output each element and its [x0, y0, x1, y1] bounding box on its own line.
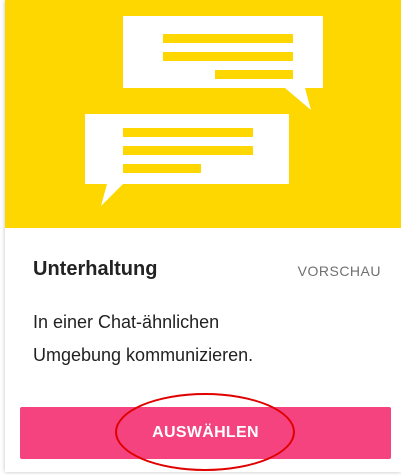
template-card[interactable]: Unterhaltung VORSCHAU In einer Chat-ähnl…: [5, 0, 401, 472]
chat-bubbles-icon: [85, 16, 323, 206]
preview-badge: VORSCHAU: [297, 263, 381, 279]
card-description: In einer Chat-ähnlichen Umgebung kommuni…: [33, 306, 353, 372]
hero-banner: [5, 0, 401, 228]
card-title: Unterhaltung: [33, 258, 158, 280]
description-line: In einer Chat-ähnlichen: [33, 312, 220, 332]
select-button[interactable]: AUSWÄHLEN: [20, 407, 391, 459]
description-line: Umgebung kommunizieren.: [33, 345, 254, 365]
